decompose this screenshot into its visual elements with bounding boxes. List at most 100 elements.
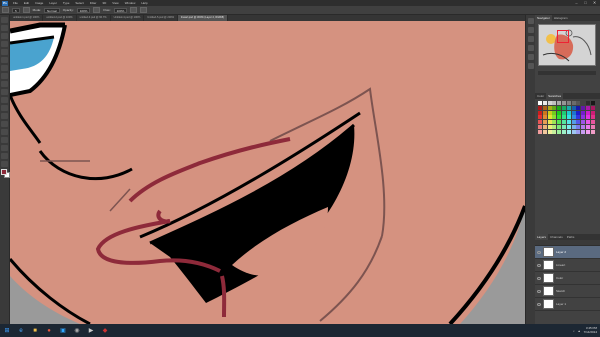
swatch-cell[interactable] <box>542 105 547 110</box>
swatch-cell[interactable] <box>581 129 586 134</box>
eyedropper-tool-icon[interactable] <box>1 57 8 63</box>
swatch-cell[interactable] <box>581 120 586 125</box>
dodge-tool-icon[interactable] <box>1 121 8 127</box>
type-tool-icon[interactable] <box>1 137 8 143</box>
marquee-tool-icon[interactable] <box>1 25 8 31</box>
swatch-cell[interactable] <box>552 105 557 110</box>
move-tool-icon[interactable] <box>1 17 8 23</box>
chrome-icon[interactable]: ● <box>44 326 54 335</box>
healing-tool-icon[interactable] <box>1 65 8 71</box>
airbrush-icon[interactable] <box>130 7 138 13</box>
swatch-cell[interactable] <box>547 110 552 115</box>
swatch-cell[interactable] <box>566 129 571 134</box>
pressure-size-icon[interactable] <box>140 7 148 13</box>
steam-icon[interactable]: ◉ <box>72 326 82 335</box>
tab-paths[interactable]: Paths <box>565 234 577 240</box>
swatch-cell[interactable] <box>561 101 566 105</box>
swatch-cell[interactable] <box>552 120 557 125</box>
character-icon[interactable] <box>528 54 534 60</box>
swatch-cell[interactable] <box>557 105 562 110</box>
swatch-cell[interactable] <box>576 105 581 110</box>
swatch-cell[interactable] <box>581 115 586 120</box>
blur-tool-icon[interactable] <box>1 113 8 119</box>
tab-layers[interactable]: Layers <box>535 234 549 240</box>
layer-row[interactable]: Layer 2 <box>535 246 600 259</box>
swatch-cell[interactable] <box>542 115 547 120</box>
tab-color[interactable]: Color <box>535 93 546 99</box>
flow-field[interactable]: 100% <box>113 7 128 13</box>
swatch-cell[interactable] <box>590 101 595 105</box>
swatch-cell[interactable] <box>538 120 542 125</box>
swatch-cell[interactable] <box>590 110 595 115</box>
opacity-field[interactable]: 100% <box>76 7 91 13</box>
swatch-cell[interactable] <box>590 115 595 120</box>
lasso-tool-icon[interactable] <box>1 33 8 39</box>
swatch-cell[interactable] <box>566 115 571 120</box>
swatch-grid[interactable] <box>538 101 597 134</box>
layer-row[interactable]: Sketch <box>535 285 600 298</box>
swatch-cell[interactable] <box>571 120 576 125</box>
minimize-button[interactable]: – <box>574 1 579 5</box>
swatch-cell[interactable] <box>585 129 590 134</box>
layer-row[interactable]: Layer 1 <box>535 298 600 311</box>
swatch-cell[interactable] <box>585 115 590 120</box>
gradient-tool-icon[interactable] <box>1 105 8 111</box>
tab-swatches[interactable]: Swatches <box>546 93 564 99</box>
swatch-cell[interactable] <box>590 105 595 110</box>
swatch-cell[interactable] <box>566 105 571 110</box>
path-select-tool-icon[interactable] <box>1 145 8 151</box>
clone-stamp-tool-icon[interactable] <box>1 81 8 87</box>
swatch-cell[interactable] <box>538 115 542 120</box>
canvas-area[interactable] <box>10 21 525 324</box>
app-icon[interactable]: ◆ <box>100 326 110 335</box>
swatch-cell[interactable] <box>571 110 576 115</box>
layer-row[interactable]: Lineart <box>535 259 600 272</box>
swatch-cell[interactable] <box>538 101 542 105</box>
navigator-thumbnail[interactable] <box>538 24 596 66</box>
swatch-cell[interactable] <box>547 105 552 110</box>
swatch-cell[interactable] <box>557 101 562 105</box>
clock[interactable]: 3:45 PM 7/14/2014 <box>584 326 597 334</box>
media-icon[interactable]: ▶ <box>86 326 96 335</box>
swatch-cell[interactable] <box>538 105 542 110</box>
swatch-cell[interactable] <box>557 115 562 120</box>
tab-channels[interactable]: Channels <box>548 234 565 240</box>
swatch-cell[interactable] <box>561 124 566 129</box>
swatch-cell[interactable] <box>557 110 562 115</box>
properties-icon[interactable] <box>528 36 534 42</box>
folder-icon[interactable]: ■ <box>30 326 40 335</box>
actions-icon[interactable] <box>528 27 534 33</box>
swatch-cell[interactable] <box>571 129 576 134</box>
history-brush-tool-icon[interactable] <box>1 89 8 95</box>
eye-icon[interactable] <box>537 263 541 267</box>
eye-icon[interactable] <box>537 276 541 280</box>
swatch-cell[interactable] <box>566 124 571 129</box>
eraser-tool-icon[interactable] <box>1 97 8 103</box>
brush-size-field[interactable]: 5 <box>12 7 20 13</box>
swatch-cell[interactable] <box>561 120 566 125</box>
swatch-cell[interactable] <box>581 101 586 105</box>
swatch-cell[interactable] <box>552 124 557 129</box>
swatch-cell[interactable] <box>566 120 571 125</box>
navigator-zoom-slider[interactable] <box>538 71 596 75</box>
volume-icon[interactable]: ♪ <box>573 329 575 333</box>
swatch-cell[interactable] <box>557 129 562 134</box>
eye-icon[interactable] <box>537 289 541 293</box>
swatch-cell[interactable] <box>581 124 586 129</box>
pressure-opacity-icon[interactable] <box>93 7 101 13</box>
swatch-cell[interactable] <box>552 115 557 120</box>
swatch-cell[interactable] <box>581 105 586 110</box>
swatch-cell[interactable] <box>571 105 576 110</box>
swatch-cell[interactable] <box>557 120 562 125</box>
swatch-cell[interactable] <box>542 110 547 115</box>
swatch-cell[interactable] <box>538 110 542 115</box>
mode-select[interactable]: Normal <box>44 7 60 13</box>
swatch-cell[interactable] <box>547 129 552 134</box>
layer-row[interactable]: Color <box>535 272 600 285</box>
pen-tool-icon[interactable] <box>1 129 8 135</box>
paragraph-icon[interactable] <box>528 63 534 69</box>
eye-icon[interactable] <box>537 302 541 306</box>
swatch-cell[interactable] <box>552 110 557 115</box>
swatch-cell[interactable] <box>585 110 590 115</box>
brush-panel-icon[interactable] <box>22 7 30 13</box>
